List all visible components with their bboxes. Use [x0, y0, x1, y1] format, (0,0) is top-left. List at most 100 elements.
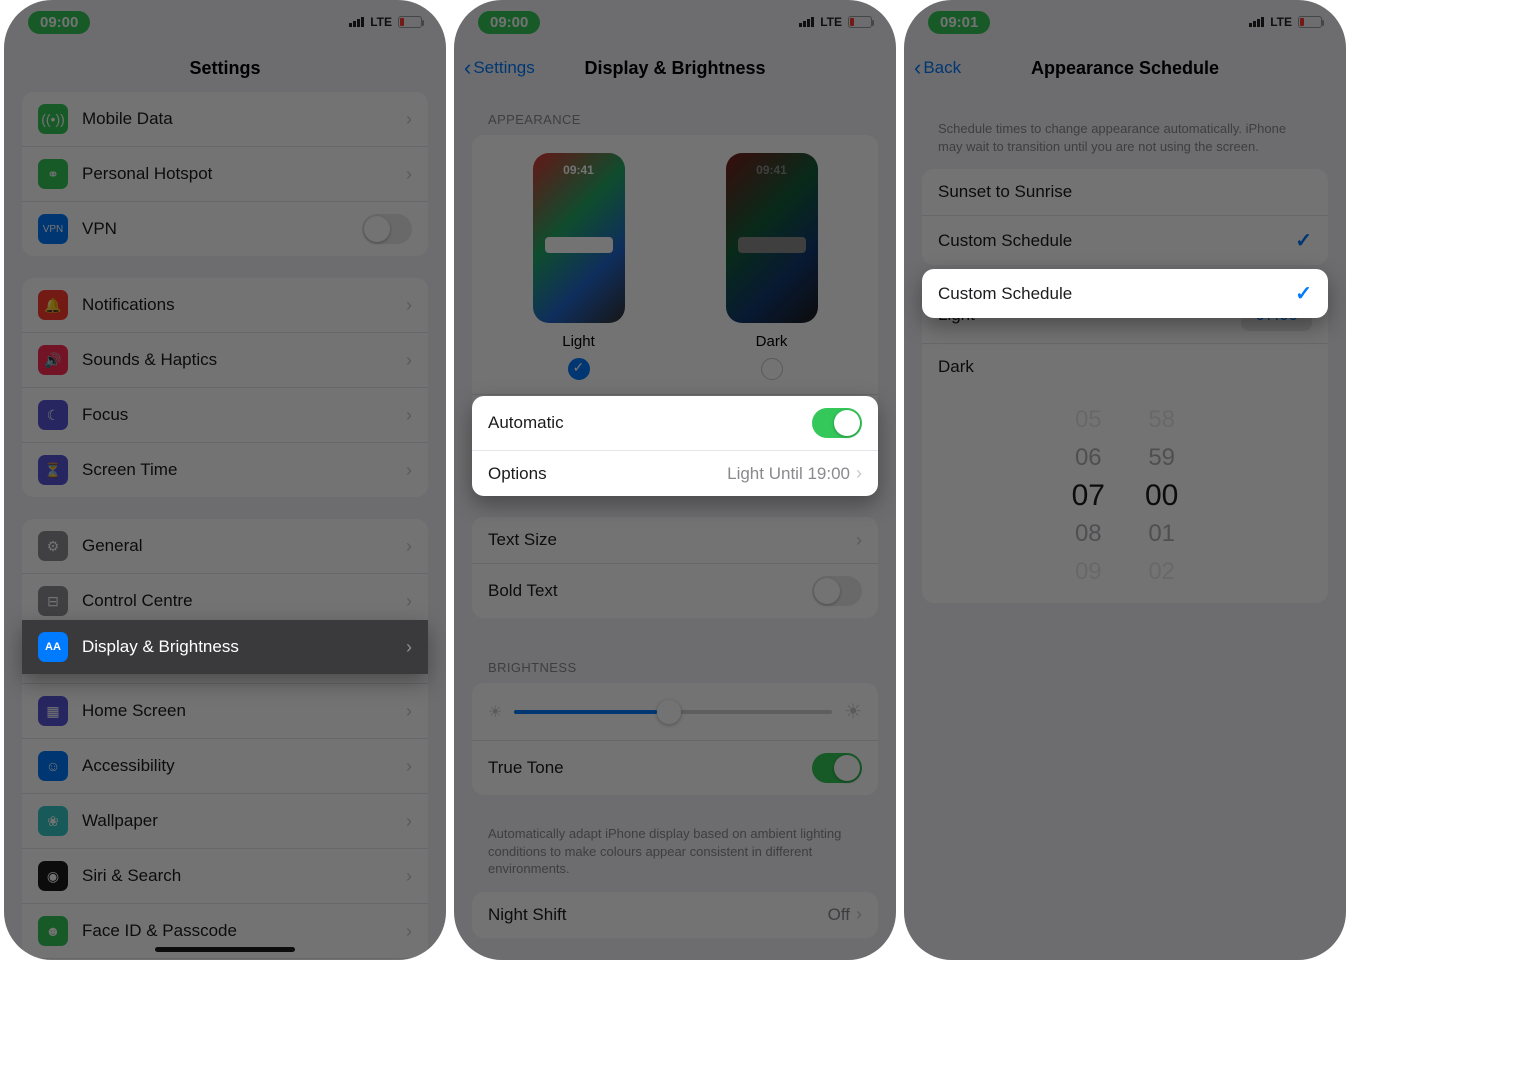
settings-screen: 09:00 LTE Settings ((•)) Mobile Data › ⚭… [4, 0, 446, 960]
grid-icon: ▦ [38, 696, 68, 726]
page-title: Appearance Schedule [1031, 58, 1219, 79]
minute-wheel[interactable]: 58 59 00 01 02 [1145, 401, 1178, 591]
true-tone-toggle[interactable] [812, 753, 862, 783]
antenna-icon: ((•)) [38, 104, 68, 134]
back-button[interactable]: ‹ Back [914, 55, 961, 81]
text-group: Text Size › Bold Text [472, 517, 878, 618]
highlight-display-row: AA Display & Brightness › [22, 620, 428, 674]
display-brightness-row-highlight[interactable]: AA Display & Brightness › [22, 620, 428, 674]
chevron-right-icon: › [406, 460, 412, 481]
settings-group-network: ((•)) Mobile Data › ⚭ Personal Hotspot ›… [22, 92, 428, 256]
automatic-toggle[interactable] [812, 408, 862, 438]
brightness-group: ☀ ☀ True Tone [472, 683, 878, 795]
vpn-row[interactable]: VPN VPN [22, 201, 428, 256]
home-indicator[interactable] [155, 947, 295, 952]
signal-icon [1249, 17, 1264, 27]
brightness-slider-row[interactable]: ☀ ☀ [472, 683, 878, 740]
checkmark-icon: ✓ [1295, 281, 1312, 306]
sunset-sunrise-row[interactable]: Sunset to Sunrise [922, 169, 1328, 215]
siri-icon: ◉ [38, 861, 68, 891]
settings-group-general: ⚙ General › ⊟ Control Centre › AA Displa… [22, 519, 428, 960]
chevron-right-icon: › [406, 405, 412, 426]
battery-icon [848, 16, 872, 28]
chevron-right-icon: › [406, 701, 412, 722]
sun-small-icon: ☀ [488, 702, 502, 722]
notifications-row[interactable]: 🔔 Notifications › [22, 278, 428, 332]
chevron-right-icon: › [406, 866, 412, 887]
wallpaper-row[interactable]: ❀ Wallpaper › [22, 793, 428, 848]
true-tone-footer: Automatically adapt iPhone display based… [454, 817, 896, 892]
signal-icon [799, 17, 814, 27]
dark-time-row[interactable]: Dark [922, 343, 1328, 389]
network-label: LTE [370, 15, 392, 29]
chevron-right-icon: › [406, 811, 412, 832]
general-row[interactable]: ⚙ General › [22, 519, 428, 573]
sounds-row[interactable]: 🔊 Sounds & Haptics › [22, 332, 428, 387]
navbar: ‹ Back Appearance Schedule [904, 44, 1346, 92]
flower-icon: ❀ [38, 806, 68, 836]
sos-row[interactable]: SOS Emergency SOS › [22, 958, 428, 960]
chevron-right-icon: › [856, 904, 862, 925]
display-brightness-screen: 09:00 LTE ‹ Settings Display & Brightnes… [454, 0, 896, 960]
text-size-row[interactable]: Text Size › [472, 517, 878, 563]
bell-icon: 🔔 [38, 290, 68, 320]
sliders-icon: ⊟ [38, 586, 68, 616]
hour-wheel[interactable]: 05 06 07 08 09 [1072, 401, 1105, 591]
custom-schedule-row[interactable]: Custom Schedule ✓ [922, 215, 1328, 265]
back-button[interactable]: ‹ Settings [464, 55, 535, 81]
siri-row[interactable]: ◉ Siri & Search › [22, 848, 428, 903]
chevron-right-icon: › [406, 350, 412, 371]
brightness-slider[interactable] [514, 710, 832, 714]
status-bar: 09:00 LTE [4, 0, 446, 44]
dark-radio[interactable] [761, 358, 783, 380]
dark-preview [726, 153, 818, 323]
night-shift-group: Night Shift Off › [472, 892, 878, 938]
chevron-right-icon: › [406, 921, 412, 942]
chevron-right-icon: › [406, 637, 412, 658]
faceid-icon: ☻ [38, 916, 68, 946]
chevron-left-icon: ‹ [464, 55, 471, 81]
text-size-icon: AA [38, 632, 68, 662]
schedule-footer: Schedule times to change appearance auto… [904, 92, 1346, 169]
bold-text-row[interactable]: Bold Text [472, 563, 878, 618]
page-title: Settings [189, 58, 260, 79]
status-time: 09:00 [478, 11, 540, 34]
chevron-right-icon: › [406, 295, 412, 316]
vpn-toggle[interactable] [362, 214, 412, 244]
settings-group-alerts: 🔔 Notifications › 🔊 Sounds & Haptics › ☾… [22, 278, 428, 497]
personal-hotspot-row[interactable]: ⚭ Personal Hotspot › [22, 146, 428, 201]
chevron-right-icon: › [856, 530, 862, 551]
chevron-left-icon: ‹ [914, 55, 921, 81]
navbar: ‹ Settings Display & Brightness [454, 44, 896, 92]
highlight-custom-schedule: Custom Schedule ✓ [922, 269, 1328, 318]
time-picker[interactable]: 05 06 07 08 09 58 59 00 01 02 [922, 389, 1328, 603]
bold-toggle[interactable] [812, 576, 862, 606]
light-radio[interactable] [568, 358, 590, 380]
appearance-dark[interactable]: Dark [726, 153, 818, 380]
vpn-icon: VPN [38, 214, 68, 244]
night-shift-row[interactable]: Night Shift Off › [472, 892, 878, 938]
brightness-header: Brightness [454, 640, 896, 683]
chevron-right-icon: › [406, 109, 412, 130]
checkmark-icon: ✓ [1295, 228, 1312, 253]
chevron-right-icon: › [856, 463, 862, 484]
focus-row[interactable]: ☾ Focus › [22, 387, 428, 442]
screen-time-row[interactable]: ⏳ Screen Time › [22, 442, 428, 497]
mobile-data-row[interactable]: ((•)) Mobile Data › [22, 92, 428, 146]
options-row-highlight[interactable]: Options Light Until 19:00 › [472, 450, 878, 496]
automatic-row-highlight[interactable]: Automatic [472, 396, 878, 450]
appearance-header: Appearance [454, 92, 896, 135]
light-preview [533, 153, 625, 323]
signal-icon [349, 17, 364, 27]
appearance-light[interactable]: Light [533, 153, 625, 380]
status-bar: 09:00 LTE [454, 0, 896, 44]
true-tone-row[interactable]: True Tone [472, 740, 878, 795]
status-time: 09:00 [28, 11, 90, 34]
custom-schedule-row-highlight[interactable]: Custom Schedule ✓ [922, 269, 1328, 318]
hourglass-icon: ⏳ [38, 455, 68, 485]
accessibility-row[interactable]: ☺ Accessibility › [22, 738, 428, 793]
status-time: 09:01 [928, 11, 990, 34]
status-bar: 09:01 LTE [904, 0, 1346, 44]
home-screen-row[interactable]: ▦ Home Screen › [22, 683, 428, 738]
sun-large-icon: ☀ [844, 699, 862, 724]
